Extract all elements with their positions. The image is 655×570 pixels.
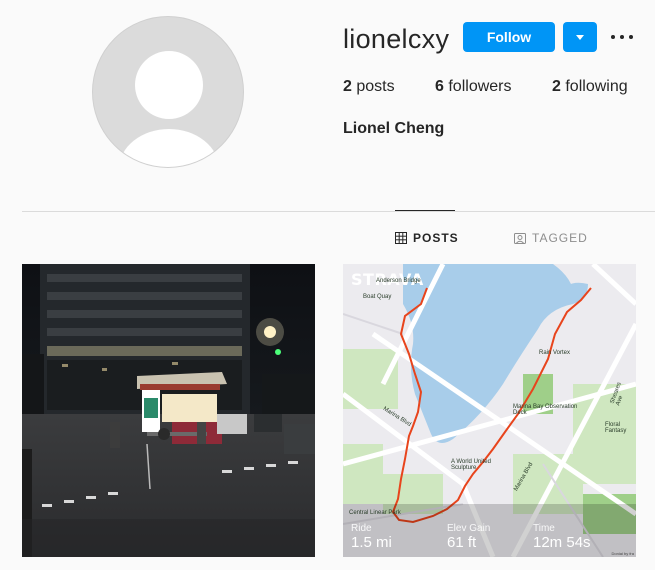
tab-posts-label: POSTS [413,231,459,245]
map-label: Boat Quay [363,294,392,300]
map-label: Central Linear Park [349,510,401,516]
avatar-body-shape [119,129,219,167]
map-attribution: Doniai by fra [611,551,634,556]
posts-count-value: 2 [343,78,352,95]
posts-count-label: posts [356,78,395,95]
avatar-head-shape [135,51,203,119]
elev-value: 61 ft [447,534,477,551]
dot-icon [611,35,615,39]
tab-tagged[interactable]: TAGGED [514,231,588,245]
username: lionelcxy [343,24,450,54]
ride-label: Ride [351,523,372,534]
post-thumbnail-street-food-cart[interactable] [22,264,315,557]
grid-icon [395,232,407,244]
tagged-icon [514,233,526,244]
elevation-gain-stat: Elev Gain 61 ft [447,523,490,551]
posts-count: 2 posts [343,78,395,96]
tabs-divider [22,211,655,212]
map-label: A World United Sculpture [451,459,491,471]
followers-link[interactable]: 6 followers [435,78,512,96]
time-value: 12m 54s [533,534,591,551]
map-label: Rain Vortex [539,350,571,356]
suggestions-dropdown-button[interactable] [563,22,597,52]
map-label: Anderson Bridge [376,278,421,284]
ride-distance-stat: Ride 1.5 mi [351,523,392,551]
followers-count-label: followers [448,78,512,95]
full-name: Lionel Cheng [343,120,445,137]
chevron-down-icon [576,35,584,40]
map-label: Floral Fantasy [605,422,627,434]
following-link[interactable]: 2 following [552,78,628,96]
dot-icon [629,35,633,39]
profile-avatar [92,16,244,168]
ride-time-stat: Time 12m 54s [533,523,591,551]
map-label: Marina Bay Observation Deck [513,404,578,416]
dot-icon [620,35,624,39]
follow-button[interactable]: Follow [463,22,555,52]
post-thumbnail-strava-map[interactable]: STRAVA Anderson Bridge Boat Quay Marina … [343,264,636,557]
following-count-label: following [565,78,628,95]
followers-count-value: 6 [435,78,444,95]
following-count-value: 2 [552,78,561,95]
active-tab-indicator [395,210,455,211]
more-options-button[interactable] [610,27,634,47]
ride-value: 1.5 mi [351,534,392,551]
night-photo-image [22,264,315,557]
tab-posts[interactable]: POSTS [395,231,459,245]
tab-tagged-label: TAGGED [532,231,588,245]
time-label: Time [533,523,555,534]
elev-label: Elev Gain [447,523,491,534]
